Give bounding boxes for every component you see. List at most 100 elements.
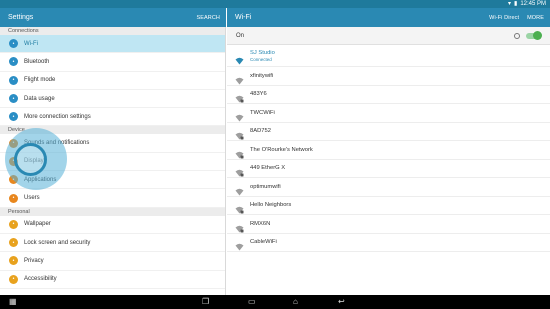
wifi-header: Wi-Fi Wi-Fi Direct MORE (227, 8, 550, 27)
privacy-icon: • (9, 256, 18, 266)
apps-icon: • (9, 175, 18, 185)
app-icon[interactable]: ▦ (9, 297, 17, 307)
back-icon[interactable]: ↩ (338, 297, 345, 307)
network-row[interactable]: Hello Neighbors (227, 197, 550, 215)
wifi-toggle[interactable] (526, 30, 542, 40)
network-row[interactable]: 483Y6 (227, 86, 550, 104)
users-icon: • (9, 193, 18, 203)
network-row[interactable]: 8AD752 (227, 123, 550, 141)
wifi-locked-icon (235, 164, 244, 177)
network-row[interactable]: TWCWiFi (227, 104, 550, 123)
status-bar: ▾ ▮ 12:45 PM (0, 0, 550, 8)
network-name: 8AD752 (250, 128, 271, 135)
network-name: optimumwifi (250, 183, 281, 190)
battery-icon: ▮ (514, 1, 518, 7)
menu-item-label: Accessibility (24, 276, 57, 283)
section-header: Connections (0, 27, 225, 35)
network-name: xfinitywifi (250, 72, 274, 79)
settings-menu: Connections • Wi-Fi • Bluetooth • Flight mode •… (0, 27, 226, 295)
section-header: Personal (0, 207, 225, 216)
wifi-panel: On SJ Studio Connected xfinitywifi 483Y6 TWC… (227, 27, 550, 295)
recent-apps-icon[interactable]: ❐ (202, 297, 209, 307)
more-button[interactable]: MORE (527, 15, 544, 21)
menu-item-applications[interactable]: • Applications (0, 171, 225, 190)
menu-item-label: Lock screen and security (24, 239, 91, 246)
screen: ▾ ▮ 12:45 PM Settings SEARCH Wi-Fi Wi-Fi… (0, 0, 550, 309)
menu-item-label: Users (24, 195, 40, 202)
network-row[interactable]: 449 EtherG X (227, 160, 550, 178)
menu-item-flight-mode[interactable]: • Flight mode (0, 72, 225, 90)
network-row[interactable]: optimumwifi (227, 178, 550, 197)
menu-item-label: Sounds and notifications (24, 140, 90, 147)
wifi-locked-icon (235, 146, 244, 159)
home-icon[interactable]: ⌂ (293, 297, 298, 307)
settings-header: Settings SEARCH (0, 8, 226, 27)
wifi-direct-button[interactable]: Wi-Fi Direct (489, 15, 519, 21)
section-header: Device (0, 126, 225, 135)
network-name: TWCWiFi (250, 109, 275, 116)
wifi-locked-icon (235, 90, 244, 103)
wifi-icon (235, 183, 244, 196)
wifi-locked-icon (235, 201, 244, 214)
network-name: SJ Studio (250, 49, 275, 56)
display-icon: • (9, 156, 18, 166)
data-usage-icon: • (9, 94, 18, 104)
sound-icon: • (9, 138, 18, 148)
bluetooth-icon: • (9, 57, 18, 67)
menu-item-label: Applications (24, 176, 57, 183)
screen-icon[interactable]: ▭ (248, 297, 256, 307)
wifi-switch-bar[interactable]: On (227, 27, 550, 44)
wifi-locked-icon (235, 220, 244, 233)
menu-item-label: Flight mode (24, 77, 56, 84)
menu-item-display[interactable]: • Display (0, 153, 225, 172)
wifi-signal-icon: ▾ (507, 1, 511, 7)
menu-item-bluetooth[interactable]: • Bluetooth (0, 53, 225, 72)
network-row[interactable]: The O'Rourke's Network (227, 141, 550, 160)
menu-item-label: Data usage (24, 95, 55, 102)
network-status: Connected (250, 56, 272, 62)
wifi-title: Wi-Fi (235, 14, 252, 21)
menu-item-label: More connection settings (24, 113, 91, 120)
network-row[interactable]: CableWiFi (227, 234, 550, 252)
network-row[interactable]: xfinitywifi (227, 67, 550, 86)
wifi-icon (235, 238, 244, 251)
accessibility-icon: • (9, 274, 18, 284)
wifi-icon: • (9, 39, 18, 49)
network-name: Hello Neighbors (250, 202, 292, 209)
menu-item-label: Bluetooth (24, 58, 50, 65)
status-time: 12:45 PM (520, 1, 546, 7)
wifi-icon (235, 52, 244, 64)
settings-title: Settings (8, 14, 34, 21)
search-button[interactable]: SEARCH (196, 15, 220, 21)
toggle-ring-icon (514, 32, 520, 39)
menu-item-wi-fi[interactable]: • Wi-Fi (0, 35, 225, 54)
navigation-bar: ▦ ❐ ▭ ⌂ ↩ (0, 295, 550, 309)
network-name: 483Y6 (250, 91, 267, 98)
network-list: SJ Studio Connected xfinitywifi 483Y6 TWCWiF… (227, 44, 550, 295)
network-row[interactable]: RMX6N (227, 215, 550, 234)
wifi-locked-icon (235, 127, 244, 140)
menu-item-users[interactable]: • Users (0, 189, 225, 208)
menu-item-accessibility[interactable]: • Accessibility (0, 271, 225, 289)
airplane-icon: • (9, 75, 18, 85)
network-row[interactable]: SJ Studio Connected (227, 45, 550, 67)
menu-item-label: Wallpaper (24, 221, 51, 228)
menu-item-wallpaper[interactable]: • Wallpaper (0, 216, 225, 234)
wifi-icon (235, 109, 244, 122)
menu-item-lock-screen-and-security[interactable]: • Lock screen and security (0, 234, 225, 253)
network-name: The O'Rourke's Network (250, 146, 313, 153)
menu-item-sounds-and-notifications[interactable]: • Sounds and notifications (0, 134, 225, 153)
menu-item-label: Display (24, 158, 44, 165)
network-name: 449 EtherG X (250, 165, 286, 172)
menu-item-more-connection-settings[interactable]: • More connection settings (0, 108, 225, 127)
wifi-on-label: On (236, 32, 245, 39)
wifi-icon (235, 72, 244, 85)
more-connections-icon: • (9, 112, 18, 122)
menu-item-privacy[interactable]: • Privacy (0, 252, 225, 271)
network-name: CableWiFi (250, 239, 277, 246)
menu-item-data-usage[interactable]: • Data usage (0, 90, 225, 109)
menu-item-label: Wi-Fi (24, 40, 38, 47)
menu-item-label: Privacy (24, 257, 44, 264)
network-name: RMX6N (250, 220, 271, 227)
lock-icon: • (9, 238, 18, 248)
